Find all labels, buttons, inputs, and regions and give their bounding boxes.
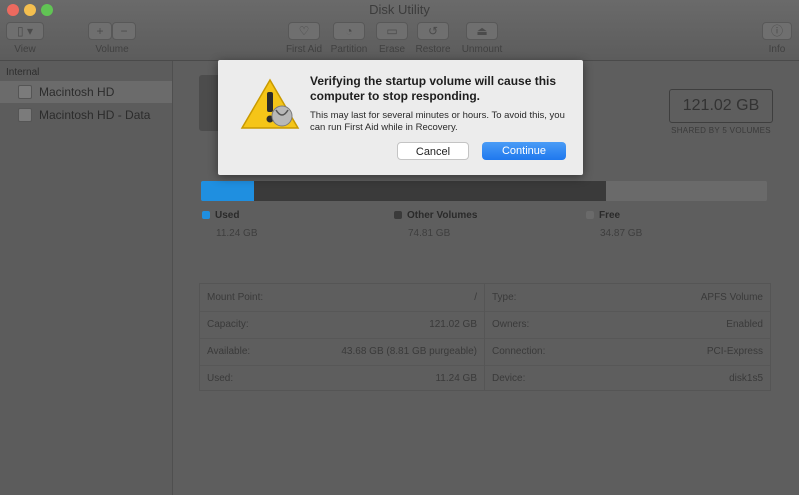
eject-icon: ⏏ bbox=[476, 24, 488, 38]
sidebar-item-label: Macintosh HD bbox=[39, 85, 115, 99]
add-volume-button[interactable]: + bbox=[88, 22, 112, 40]
info-value: 121.02 GB bbox=[429, 319, 477, 330]
info-row: Connection: PCI-Express bbox=[485, 338, 770, 365]
info-row: Used: 11.24 GB bbox=[200, 365, 484, 392]
view-label: View bbox=[14, 44, 36, 55]
info-row: Owners: Enabled bbox=[485, 311, 770, 338]
info-row: Available: 43.68 GB (8.81 GB purgeable) bbox=[200, 338, 484, 365]
info-row: Mount Point: / bbox=[200, 284, 484, 311]
info-row: Capacity: 121.02 GB bbox=[200, 311, 484, 338]
info-row: Device: disk1s5 bbox=[485, 365, 770, 392]
sidebar-item-label: Macintosh HD - Data bbox=[39, 108, 151, 122]
cancel-button[interactable]: Cancel bbox=[397, 142, 469, 160]
warning-icon bbox=[240, 78, 300, 129]
info-value: APFS Volume bbox=[700, 292, 763, 303]
legend-swatch-other-volumes bbox=[394, 211, 402, 219]
disk-icon bbox=[18, 85, 32, 99]
disk-utility-window: Disk Utility ▯ ▾ View + − Volume ♡ First… bbox=[0, 0, 799, 495]
usage-segment-used bbox=[201, 181, 254, 201]
info-value: Enabled bbox=[726, 319, 763, 330]
info-key: Connection: bbox=[492, 346, 546, 357]
stethoscope-icon: ♡ bbox=[298, 24, 310, 38]
first-aid-warning-dialog: Verifying the startup volume will cause … bbox=[218, 60, 583, 175]
partition-icon: ◔ bbox=[345, 24, 353, 38]
info-value: 43.68 GB (8.81 GB purgeable) bbox=[341, 346, 477, 357]
view-button[interactable]: ▯ ▾ bbox=[6, 22, 44, 40]
legend-swatch-free bbox=[586, 211, 594, 219]
info-key: Owners: bbox=[492, 319, 530, 330]
partition-label: Partition bbox=[330, 44, 368, 55]
erase-button[interactable]: ▭ bbox=[376, 22, 408, 40]
legend-value: 74.81 GB bbox=[408, 228, 451, 239]
info-column-right: Type: APFS Volume Owners: Enabled Connec… bbox=[485, 284, 770, 390]
dialog-message: This may last for several minutes or hou… bbox=[310, 110, 565, 133]
sidebar-item-macintosh-hd-data[interactable]: Macintosh HD - Data bbox=[0, 104, 172, 126]
restore-label: Restore bbox=[415, 44, 451, 55]
info-key: Used: bbox=[207, 373, 234, 384]
capacity-display: 121.02 GB bbox=[669, 89, 773, 123]
info-label: Info bbox=[768, 44, 786, 55]
disk-icon bbox=[18, 108, 32, 122]
restore-icon: ↺ bbox=[427, 24, 439, 38]
info-value: / bbox=[474, 292, 477, 303]
info-value: disk1s5 bbox=[729, 373, 763, 384]
info-column-left: Mount Point: / Capacity: 121.02 GB Avail… bbox=[200, 284, 484, 390]
legend-free: Free 34.87 GB bbox=[586, 210, 642, 239]
sidebar: Internal Macintosh HD Macintosh HD - Dat… bbox=[0, 61, 173, 495]
partition-button[interactable]: ◔ bbox=[333, 22, 365, 40]
info-value: PCI-Express bbox=[706, 346, 763, 357]
restore-button[interactable]: ↺ bbox=[417, 22, 449, 40]
info-key: Type: bbox=[492, 292, 517, 303]
info-row: Type: APFS Volume bbox=[485, 284, 770, 311]
first-aid-label: First Aid bbox=[285, 44, 323, 55]
volume-info-table: Mount Point: / Capacity: 121.02 GB Avail… bbox=[199, 283, 771, 391]
info-key: Device: bbox=[492, 373, 526, 384]
info-icon: ⓘ bbox=[770, 24, 783, 38]
toolbar: Disk Utility ▯ ▾ View + − Volume ♡ First… bbox=[0, 0, 799, 61]
info-key: Mount Point: bbox=[207, 292, 264, 303]
volume-label: Volume bbox=[95, 44, 129, 55]
dialog-title: Verifying the startup volume will cause … bbox=[310, 74, 557, 103]
sidebar-icon: ▯ ▾ bbox=[17, 24, 33, 38]
legend-swatch-used bbox=[202, 211, 210, 219]
unmount-button[interactable]: ⏏ bbox=[466, 22, 498, 40]
info-key: Capacity: bbox=[207, 319, 249, 330]
unmount-label: Unmount bbox=[461, 44, 503, 55]
info-button[interactable]: ⓘ bbox=[762, 22, 792, 40]
usage-segment-free bbox=[606, 181, 767, 201]
legend-other-volumes: Other Volumes 74.81 GB bbox=[394, 210, 478, 239]
usage-bar bbox=[201, 181, 767, 201]
sidebar-item-macintosh-hd[interactable]: Macintosh HD bbox=[0, 81, 172, 103]
info-value: 11.24 GB bbox=[435, 373, 477, 384]
legend-value: 34.87 GB bbox=[600, 228, 643, 239]
legend-used: Used 11.24 GB bbox=[202, 210, 258, 239]
legend-value: 11.24 GB bbox=[216, 228, 258, 239]
capacity-shared-label: SHARED BY 5 VOLUMES bbox=[671, 126, 771, 135]
info-key: Available: bbox=[207, 346, 251, 357]
legend-name: Free bbox=[599, 210, 621, 221]
legend-name: Other Volumes bbox=[407, 210, 478, 221]
continue-button[interactable]: Continue bbox=[482, 142, 566, 160]
remove-volume-button[interactable]: − bbox=[112, 22, 136, 40]
usage-segment-other-volumes bbox=[254, 181, 606, 201]
legend-name: Used bbox=[215, 210, 240, 221]
sidebar-section-internal: Internal bbox=[6, 67, 40, 78]
erase-icon: ▭ bbox=[386, 24, 398, 38]
first-aid-button[interactable]: ♡ bbox=[288, 22, 320, 40]
window-title: Disk Utility bbox=[369, 2, 430, 17]
